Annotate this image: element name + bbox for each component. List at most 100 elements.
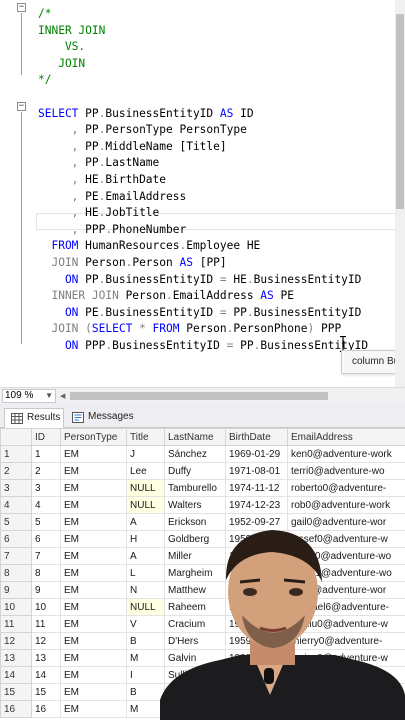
row-number[interactable]: 16 xyxy=(0,700,32,718)
code-line[interactable]: FROM HumanResources.Employee HE xyxy=(38,238,368,255)
table-cell[interactable]: 1 xyxy=(31,445,61,463)
table-cell[interactable]: M xyxy=(126,700,165,718)
table-cell[interactable]: V xyxy=(126,615,165,633)
editor-vertical-scrollbar[interactable] xyxy=(395,0,405,387)
row-number[interactable]: 8 xyxy=(0,564,32,582)
table-cell[interactable]: NULL xyxy=(126,598,165,616)
code-line[interactable]: ON PPP.BusinessEntityID = PP.BusinessEnt… xyxy=(38,338,368,355)
table-cell[interactable]: 9 xyxy=(31,581,61,599)
row-number[interactable]: 9 xyxy=(0,581,32,599)
column-header[interactable]: PersonType xyxy=(60,428,127,446)
row-number[interactable]: 2 xyxy=(0,462,32,480)
table-cell[interactable]: EM xyxy=(60,683,127,701)
table-cell[interactable]: EM xyxy=(60,700,127,718)
table-cell[interactable]: Duffy xyxy=(164,462,226,480)
table-cell[interactable]: B xyxy=(126,683,165,701)
table-cell[interactable]: N xyxy=(126,581,165,599)
sql-code[interactable]: /* INNER JOIN VS. JOIN */SELECT PP.Busines… xyxy=(38,6,368,354)
row-number[interactable]: 14 xyxy=(0,666,32,684)
table-cell[interactable]: Tamburello xyxy=(164,479,226,497)
editor-horizontal-scrollbar[interactable]: ◀ xyxy=(60,392,405,401)
code-line[interactable]: , PP.LastName xyxy=(38,155,368,172)
table-cell[interactable]: 3 xyxy=(31,479,61,497)
code-line[interactable]: , PPP.PhoneNumber xyxy=(38,222,368,239)
table-cell[interactable]: EM xyxy=(60,598,127,616)
column-header[interactable] xyxy=(0,428,32,446)
column-header[interactable]: EmailAddress xyxy=(287,428,405,446)
row-number[interactable]: 6 xyxy=(0,530,32,548)
table-cell[interactable]: EM xyxy=(60,649,127,667)
table-cell[interactable]: Lee xyxy=(126,462,165,480)
code-line[interactable]: JOIN xyxy=(38,56,368,73)
table-cell[interactable]: M xyxy=(126,649,165,667)
table-cell[interactable]: B xyxy=(126,632,165,650)
row-number[interactable]: 3 xyxy=(0,479,32,497)
code-line[interactable]: ON PE.BusinessEntityID = PP.BusinessEnti… xyxy=(38,305,368,322)
tab-messages[interactable]: Messages xyxy=(66,408,138,428)
table-cell[interactable]: NULL xyxy=(126,479,165,497)
table-cell[interactable]: EM xyxy=(60,632,127,650)
table-cell[interactable]: EM xyxy=(60,479,127,497)
table-cell[interactable]: EM xyxy=(60,564,127,582)
scrollbar-thumb[interactable] xyxy=(396,14,404,209)
row-number[interactable]: 5 xyxy=(0,513,32,531)
collapse-icon[interactable]: − xyxy=(17,102,26,111)
table-cell[interactable]: EM xyxy=(60,581,127,599)
table-cell[interactable]: J xyxy=(126,445,165,463)
code-line[interactable]: , PE.EmailAddress xyxy=(38,189,368,206)
table-cell[interactable]: 1974-11-12 xyxy=(225,479,288,497)
table-cell[interactable]: 14 xyxy=(31,666,61,684)
code-line[interactable]: */ xyxy=(38,72,368,89)
code-line[interactable]: , HE.BirthDate xyxy=(38,172,368,189)
row-number[interactable]: 1 xyxy=(0,445,32,463)
table-cell[interactable]: 13 xyxy=(31,649,61,667)
table-cell[interactable]: 6 xyxy=(31,530,61,548)
code-line[interactable]: SELECT PP.BusinessEntityID AS ID xyxy=(38,106,368,123)
row-number[interactable]: 4 xyxy=(0,496,32,514)
table-cell[interactable]: A xyxy=(126,513,165,531)
code-line[interactable]: INNER JOIN Person.EmailAddress AS PE xyxy=(38,288,368,305)
row-number[interactable]: 13 xyxy=(0,649,32,667)
table-cell[interactable]: Sánchez xyxy=(164,445,226,463)
table-cell[interactable]: I xyxy=(126,666,165,684)
code-line[interactable] xyxy=(38,89,368,106)
row-number[interactable]: 7 xyxy=(0,547,32,565)
code-line[interactable]: ON PP.BusinessEntityID = HE.BusinessEnti… xyxy=(38,272,368,289)
table-cell[interactable]: 15 xyxy=(31,683,61,701)
table-row[interactable]: 1 1 EM J Sánchez 1969-01-29 ken0@adventure-wor… xyxy=(0,445,405,463)
table-row[interactable]: 3 3 EM NULL Tamburello 1974-11-12 roberto0@adv… xyxy=(0,479,405,497)
zoom-dropdown[interactable]: 109 % ▼ xyxy=(2,389,56,403)
table-cell[interactable]: 16 xyxy=(31,700,61,718)
table-cell[interactable]: 7 xyxy=(31,547,61,565)
code-line[interactable]: , PP.PersonType PersonType xyxy=(38,122,368,139)
column-header[interactable]: Title xyxy=(126,428,165,446)
table-cell[interactable]: terri0@adventure-wo xyxy=(287,462,405,480)
code-line[interactable]: /* xyxy=(38,6,368,23)
table-cell[interactable]: Walters xyxy=(164,496,226,514)
column-header[interactable]: LastName xyxy=(164,428,226,446)
table-cell[interactable]: EM xyxy=(60,496,127,514)
table-cell[interactable]: 1971-08-01 xyxy=(225,462,288,480)
scrollbar-thumb[interactable] xyxy=(70,392,328,400)
table-cell[interactable]: A xyxy=(126,547,165,565)
tab-results[interactable]: Results xyxy=(4,408,64,428)
table-cell[interactable]: ken0@adventure-work xyxy=(287,445,405,463)
collapse-icon[interactable]: − xyxy=(17,3,26,12)
table-cell[interactable]: 10 xyxy=(31,598,61,616)
table-cell[interactable]: EM xyxy=(60,530,127,548)
table-cell[interactable]: 11 xyxy=(31,615,61,633)
code-line[interactable]: , HE.JobTitle xyxy=(38,205,368,222)
table-cell[interactable]: EM xyxy=(60,666,127,684)
code-line[interactable]: VS. xyxy=(38,39,368,56)
code-line[interactable]: , PP.MiddleName [Title] xyxy=(38,139,368,156)
column-header[interactable]: BirthDate xyxy=(225,428,288,446)
table-row[interactable]: 2 2 EM Lee Duffy 1971-08-01 terri0@adventure-w… xyxy=(0,462,405,480)
table-cell[interactable]: H xyxy=(126,530,165,548)
row-number[interactable]: 15 xyxy=(0,683,32,701)
table-cell[interactable]: 1969-01-29 xyxy=(225,445,288,463)
scroll-left-icon[interactable]: ◀ xyxy=(60,392,65,400)
table-cell[interactable]: EM xyxy=(60,547,127,565)
table-cell[interactable]: EM xyxy=(60,445,127,463)
table-cell[interactable]: 4 xyxy=(31,496,61,514)
query-editor[interactable]: − − /* INNER JOIN VS. JOIN */SELECT PP.Bus… xyxy=(0,0,405,387)
